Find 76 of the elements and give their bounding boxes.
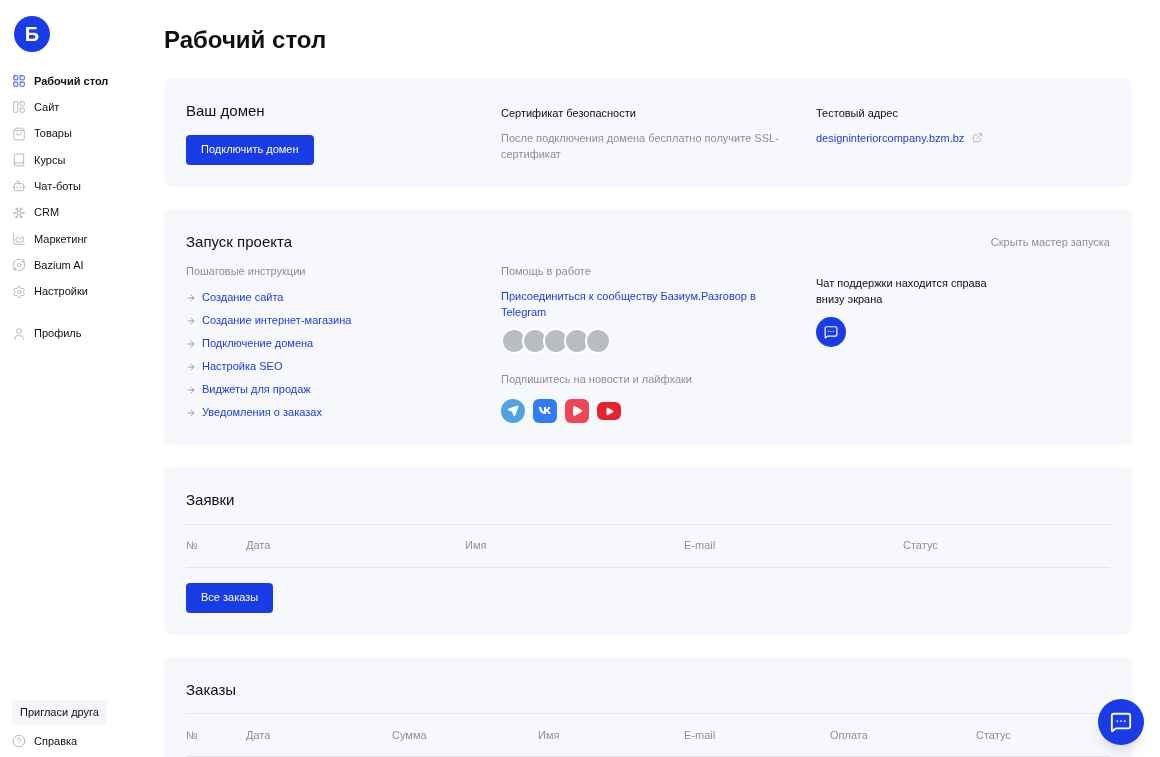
card-title: Заказы [186, 678, 1110, 714]
column-header: E-mail [684, 727, 717, 743]
column-header: Сумма [392, 727, 428, 743]
section-title: Сертификат безопасности [501, 106, 637, 121]
support-note: Чат поддержки находится справа внизу экрана [816, 276, 988, 307]
instruction-link[interactable]: Уведомления о заказах [202, 404, 322, 421]
sidebar-item[interactable]: Профиль [12, 320, 138, 347]
sidebar-item[interactable]: Товары [12, 120, 138, 147]
help-link[interactable]: Справка [12, 732, 78, 749]
grid-icon [12, 74, 26, 89]
column-header: № [186, 538, 199, 554]
column-header: E-mail [684, 538, 717, 554]
instruction-link[interactable]: Создание интернет-магазина [202, 312, 352, 329]
connect-domain-button[interactable]: Подключить домен [186, 134, 314, 165]
chat-button[interactable] [816, 317, 846, 347]
area-chart-icon [12, 231, 26, 246]
telegram-icon[interactable] [501, 399, 525, 423]
arrow-icon [186, 384, 196, 395]
instruction-link[interactable]: Подключение домена [202, 335, 314, 352]
column-header: Статус [903, 538, 939, 554]
section-subtitle: Пошаговые инструкции [186, 264, 307, 279]
sidebar-item[interactable]: Маркетинг [12, 225, 138, 253]
column-header: Имя [465, 538, 488, 554]
test-address-link[interactable]: designinteriorcompany.bzm.bz [816, 129, 965, 146]
avatar [585, 327, 611, 354]
sidebar-item[interactable]: Bazium AI [12, 252, 138, 279]
chat-icon [824, 325, 838, 339]
orbit-icon [12, 258, 26, 273]
arrow-icon [186, 292, 196, 303]
avatar [501, 327, 527, 354]
chat-icon [1110, 711, 1132, 733]
logo[interactable]: Б [14, 16, 50, 52]
section-title: Тестовый адрес [816, 106, 899, 121]
bag-icon [12, 126, 26, 141]
layout-icon [12, 100, 26, 115]
community-link[interactable]: Присоединиться к сообществу Базиум.Разговор в Telegram [501, 287, 771, 320]
snowflake-icon [12, 205, 26, 220]
book-icon [12, 153, 26, 168]
all-orders-button[interactable]: Все заказы [186, 582, 274, 613]
instruction-link[interactable]: Создание сайта [202, 289, 284, 306]
column-header: Дата [246, 538, 272, 554]
help-icon [12, 733, 26, 748]
card-title: Заявки [186, 489, 1110, 525]
section-subtitle: Подпишитесь на новости и лайфхаки [501, 371, 693, 387]
settings-icon [12, 284, 26, 299]
arrow-icon [186, 407, 196, 418]
invite-button[interactable]: Пригласи друга [12, 700, 107, 725]
sidebar-item[interactable]: Курсы [12, 146, 138, 174]
avatar [543, 327, 569, 354]
column-header: № [186, 727, 199, 743]
robot-icon [12, 179, 26, 194]
instruction-link[interactable]: Виджеты для продаж [202, 381, 311, 398]
sidebar-item[interactable]: Сайт [12, 94, 138, 121]
avatar [522, 327, 548, 354]
arrow-icon [186, 338, 196, 349]
arrow-icon [186, 315, 196, 326]
cert-description: После подключения домена бесплатно получите SSL-сертификат [501, 130, 780, 162]
instruction-link[interactable]: Настройка SEO [202, 358, 283, 375]
page-title: Рабочий стол [164, 26, 328, 54]
youtube-icon[interactable] [597, 402, 621, 420]
play-icon[interactable] [565, 399, 589, 423]
vk-icon[interactable] [533, 399, 557, 423]
sidebar-item[interactable]: Настройки [12, 278, 138, 305]
sidebar-item[interactable]: Чат-боты [12, 173, 138, 200]
section-subtitle: Помощь в работе [501, 264, 592, 279]
column-header: Имя [538, 727, 561, 743]
avatar [564, 327, 590, 354]
column-header: Статус [976, 727, 1012, 743]
column-header: Дата [246, 727, 272, 743]
sidebar-item[interactable]: Рабочий стол [12, 68, 138, 95]
sidebar-item[interactable]: CRM [12, 199, 138, 226]
column-header: Оплата [830, 727, 869, 743]
card-title: Запуск проекта [186, 231, 292, 252]
user-icon [12, 326, 26, 341]
arrow-icon [186, 361, 196, 372]
card-title: Ваш домен [186, 101, 266, 121]
